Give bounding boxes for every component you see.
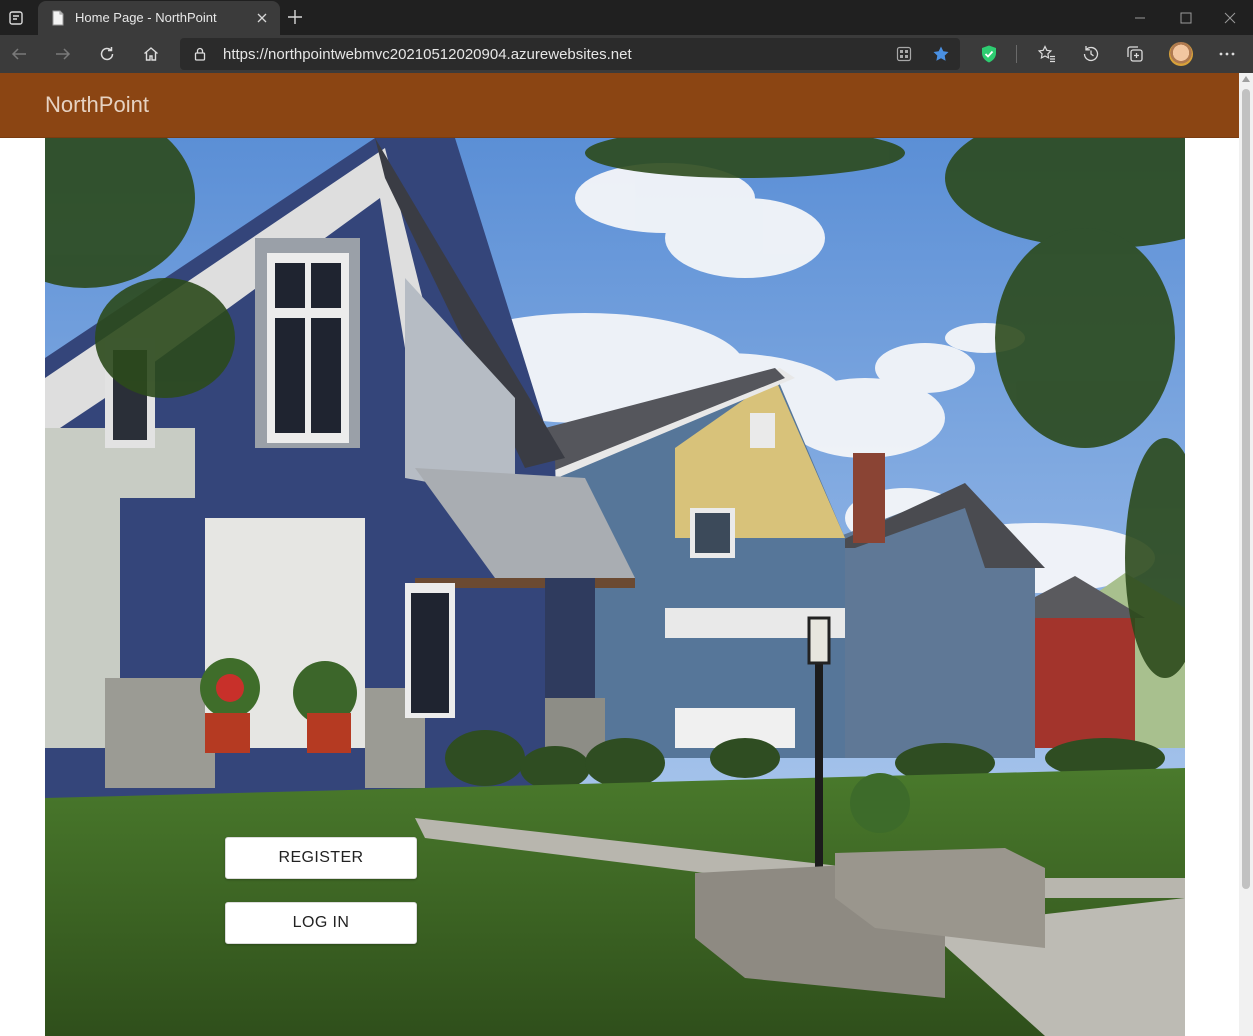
browser-toolbar: https://northpointwebmvc20210512020904.a… xyxy=(0,35,1253,73)
new-tab-icon[interactable] xyxy=(286,8,304,26)
close-tab-icon[interactable] xyxy=(256,11,268,23)
tab-actions-icon[interactable] xyxy=(4,6,28,30)
scrollbar-thumb[interactable] xyxy=(1242,89,1250,889)
url-text[interactable]: https://northpointwebmvc20210512020904.a… xyxy=(223,46,632,63)
login-button[interactable]: LOG IN xyxy=(225,902,417,944)
home-icon[interactable] xyxy=(137,40,165,68)
minimize-window-icon[interactable] xyxy=(1117,0,1163,35)
browser-tab-active[interactable]: Home Page - NorthPoint xyxy=(38,1,280,35)
favorite-star-icon[interactable] xyxy=(932,45,950,63)
address-bar[interactable]: https://northpointwebmvc20210512020904.a… xyxy=(180,38,960,70)
profile-avatar[interactable] xyxy=(1169,42,1193,66)
refresh-icon[interactable] xyxy=(93,40,121,68)
scroll-up-arrow-icon[interactable] xyxy=(1242,76,1250,82)
house-row-photo xyxy=(45,138,1185,1036)
hero-image: REGISTER LOG IN xyxy=(45,138,1185,1036)
more-menu-icon[interactable] xyxy=(1213,40,1241,68)
forward-icon[interactable] xyxy=(49,40,77,68)
lock-icon[interactable] xyxy=(192,46,208,62)
browser-tab-strip: Home Page - NorthPoint xyxy=(0,0,1253,35)
site-navbar: NorthPoint xyxy=(0,73,1239,138)
maximize-window-icon[interactable] xyxy=(1163,0,1209,35)
favorites-icon[interactable] xyxy=(1033,40,1061,68)
close-window-icon[interactable] xyxy=(1207,0,1253,35)
toolbar-separator xyxy=(1016,45,1017,63)
collections-icon[interactable] xyxy=(1121,40,1149,68)
history-icon[interactable] xyxy=(1077,40,1105,68)
tab-title: Home Page - NorthPoint xyxy=(75,10,217,25)
web-page: NorthPoint REGISTER LOG IN xyxy=(0,73,1239,1036)
shield-extension-icon[interactable] xyxy=(975,40,1003,68)
page-favicon-icon xyxy=(50,10,66,26)
brand-link[interactable]: NorthPoint xyxy=(45,92,149,118)
register-button[interactable]: REGISTER xyxy=(225,837,417,879)
back-icon[interactable] xyxy=(5,40,33,68)
app-available-icon[interactable] xyxy=(896,46,912,62)
page-scrollbar[interactable] xyxy=(1239,73,1253,1036)
